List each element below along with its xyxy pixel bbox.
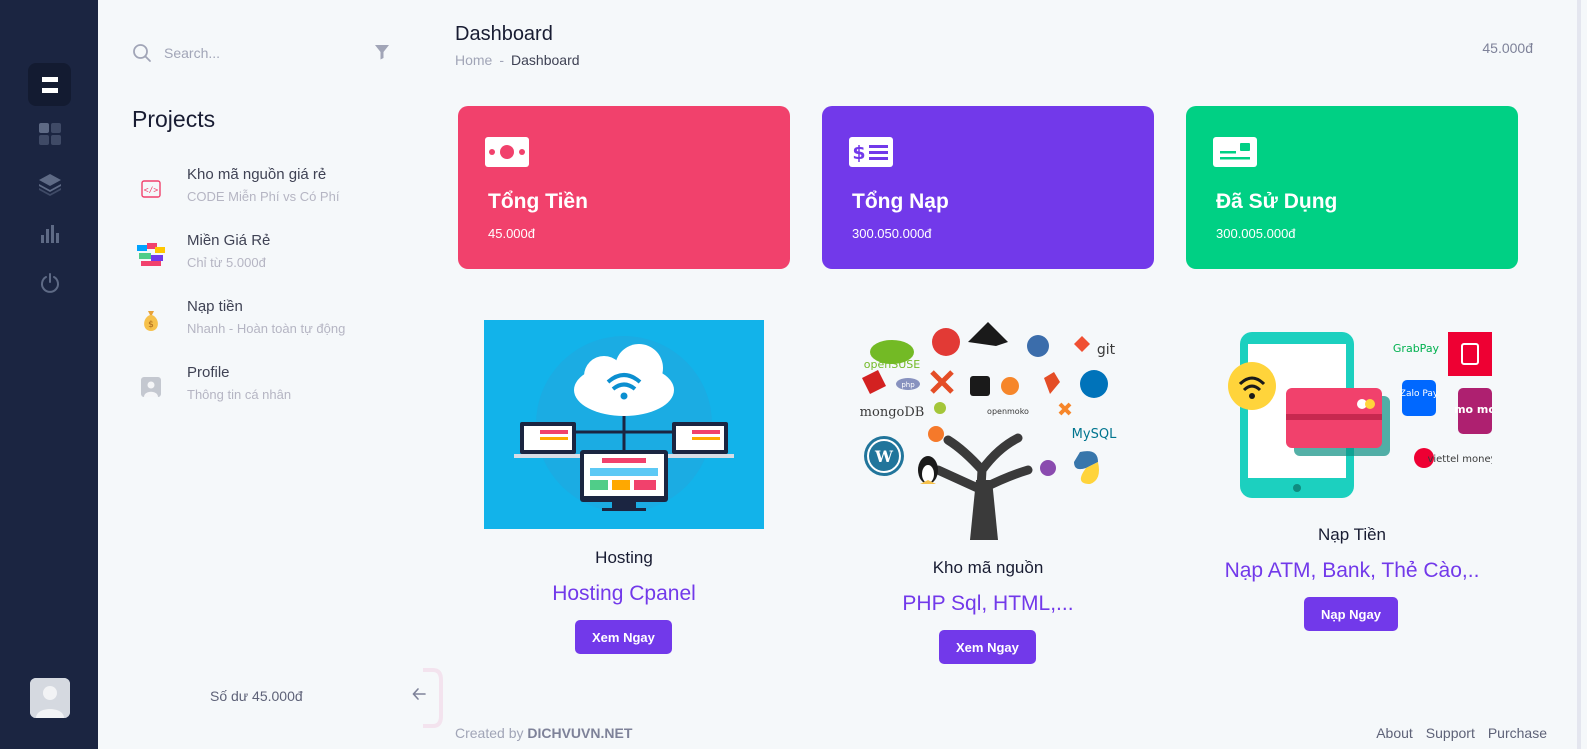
footer-link-support[interactable]: Support [1426,725,1475,741]
breadcrumb-separator: - [499,52,505,68]
project-title: Nạp tiền [187,298,243,315]
dollar-card-icon: $ [849,137,893,167]
filter-icon [375,45,389,60]
view-hosting-button[interactable]: Xem Ngay [575,620,672,654]
grabpay-logo-text: GrabPay [1393,342,1440,355]
source-code-tree-icon: openSUSE git php mongoDB openmoko MySQL … [848,320,1128,540]
dashboard-nav-button[interactable] [37,121,62,146]
projects-sidebar: Projects </> Kho mã nguồn giá rẻ CODE Mi… [98,0,443,749]
footer-credit: Created by DICHVUVN.NET [455,725,632,741]
breadcrumb-current: Dashboard [511,52,580,68]
momo-logo-text: mo mo [1454,403,1492,416]
product-category: Nạp Tiền [1317,525,1387,544]
search-icon [133,44,151,62]
product-name[interactable]: Nạp ATM, Bank, Thẻ Cào,.. [1186,559,1518,583]
stat-value: 300.050.000đ [852,226,932,241]
product-card-topup: GrabPay Zalo Pay mo mo viettel money Nạp… [1186,320,1518,660]
footer-link-about[interactable]: About [1376,725,1413,741]
power-icon [40,272,59,293]
stat-title: Tổng Nạp [852,190,949,213]
topup-now-button[interactable]: Nạp Ngay [1304,597,1398,631]
stat-value: 45.000đ [488,226,535,241]
stat-card-total: Tổng Tiền 45.000đ [458,106,790,269]
id-card-icon [1213,137,1257,167]
layers-icon [38,173,61,196]
mongodb-logo-text: mongoDB [860,405,925,420]
hosting-illustration-icon [484,320,764,529]
opensuse-logo-text: openSUSE [864,358,920,371]
user-avatar[interactable] [30,678,70,718]
footer-created-label: Created by [455,725,524,741]
page-title: Dashboard [455,23,553,45]
project-title: Kho mã nguồn giá rẻ [187,166,327,183]
product-category: Hosting [595,548,653,567]
project-subtitle: Chỉ từ 5.000đ [187,255,266,270]
stat-value: 300.005.000đ [1216,226,1296,241]
php-logo-text: php [901,381,915,389]
user-icon [134,370,168,404]
logout-nav-button[interactable] [37,270,62,295]
product-category: Kho mã nguồn [932,558,1044,577]
project-item-topup[interactable]: $ Nạp tiền Nhanh - Hoàn toàn tự động [132,298,412,348]
cash-icon [485,137,529,167]
svg-text:W: W [874,447,894,466]
svg-text:</>: </> [144,186,159,195]
viettel-logo-text: viettel money [1427,454,1492,465]
project-title: Profile [187,364,230,381]
payment-methods-illustration-icon: GrabPay Zalo Pay mo mo viettel money [1212,330,1492,500]
page-scrollbar[interactable] [1577,0,1581,749]
project-item-domain[interactable]: Miền Giá Rẻ Chỉ từ 5.000đ [132,232,412,282]
project-subtitle: Nhanh - Hoàn toàn tự động [187,321,346,336]
header-balance: 45.000đ [1482,40,1533,56]
project-item-code[interactable]: </> Kho mã nguồn giá rẻ CODE Miễn Phí vs… [132,166,412,216]
svg-text:$: $ [852,142,865,164]
breadcrumb-home-link[interactable]: Home [455,52,492,68]
search-box [132,40,394,66]
money-bag-icon: $ [134,304,168,338]
app-logo[interactable] [28,63,71,106]
projects-heading: Projects [132,106,216,132]
product-name[interactable]: Hosting Cpanel [458,582,790,606]
stats-nav-button[interactable] [37,221,62,246]
project-title: Miền Giá Rẻ [187,232,271,249]
search-input[interactable] [164,45,364,61]
avatar-icon [30,678,70,718]
product-card-hosting: Hosting Hosting Cpanel Xem Ngay [458,320,790,660]
mysql-logo-text: MySQL [1072,427,1117,442]
code-icon: </> [134,172,168,206]
grid-icon [38,122,61,145]
project-subtitle: CODE Miễn Phí vs Có Phí [187,189,340,204]
zalopay-logo-text: Zalo Pay [1400,389,1439,399]
stat-card-deposit: $ Tổng Nạp 300.050.000đ [822,106,1154,269]
footer-links: About Support Purchase [1376,725,1547,741]
stat-title: Tổng Tiền [488,190,588,213]
filter-button[interactable] [374,44,390,65]
stat-card-used: Đã Sử Dụng 300.005.000đ [1186,106,1518,269]
product-name[interactable]: PHP Sql, HTML,... [822,592,1154,616]
stat-title: Đã Sử Dụng [1216,190,1338,213]
product-card-source-code: openSUSE git php mongoDB openmoko MySQL … [822,320,1154,664]
git-logo-text: git [1097,342,1116,358]
footer-link-purchase[interactable]: Purchase [1488,725,1547,741]
footer-brand-link[interactable]: DICHVUVN.NET [527,725,632,741]
domain-icon [134,238,168,272]
layers-nav-button[interactable] [37,171,62,196]
sidebar-balance: Số dư 45.000đ [210,688,303,704]
view-source-code-button[interactable]: Xem Ngay [939,630,1036,664]
openmoko-logo-text: openmoko [987,407,1029,416]
project-subtitle: Thông tin cá nhân [187,387,292,402]
project-item-profile[interactable]: Profile Thông tin cá nhân [132,364,412,414]
decorative-bracket-icon [423,668,443,728]
logo-icon [41,76,58,93]
main-sidebar [0,0,98,749]
breadcrumb: Home - Dashboard [455,52,580,68]
svg-text:$: $ [148,320,154,330]
bar-chart-icon [40,224,59,243]
